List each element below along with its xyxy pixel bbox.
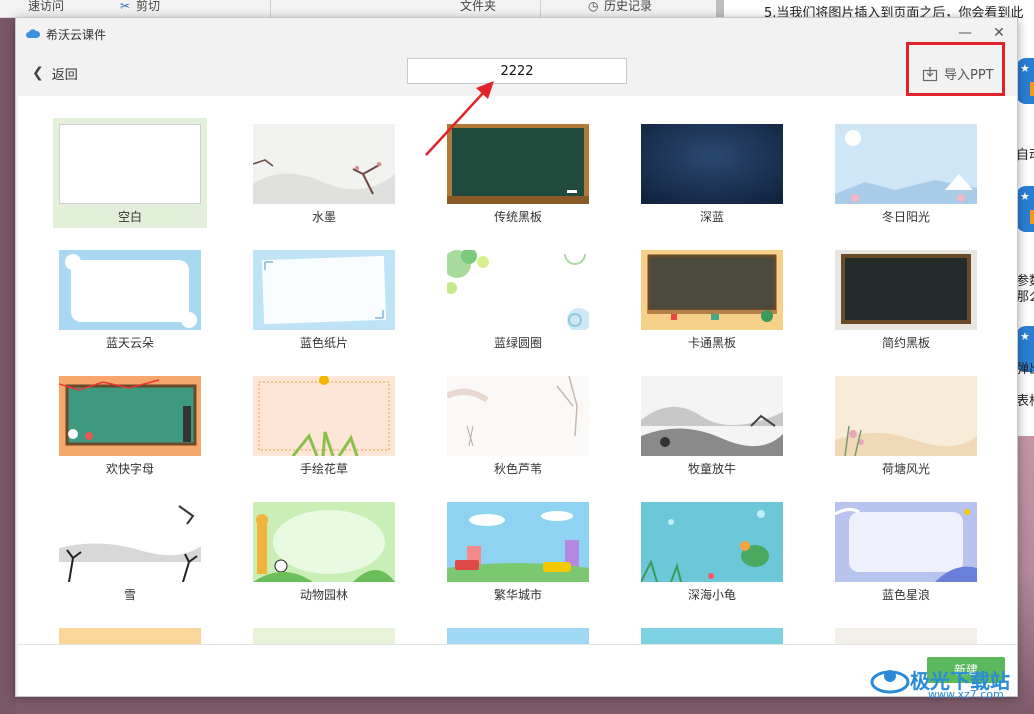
watermark-logo-icon xyxy=(870,670,910,694)
site-watermark: 极光下载站 www.xz7.com xyxy=(870,662,1010,701)
annotation-arrow xyxy=(425,81,494,156)
watermark-url: www.xz7.com xyxy=(928,688,1004,701)
